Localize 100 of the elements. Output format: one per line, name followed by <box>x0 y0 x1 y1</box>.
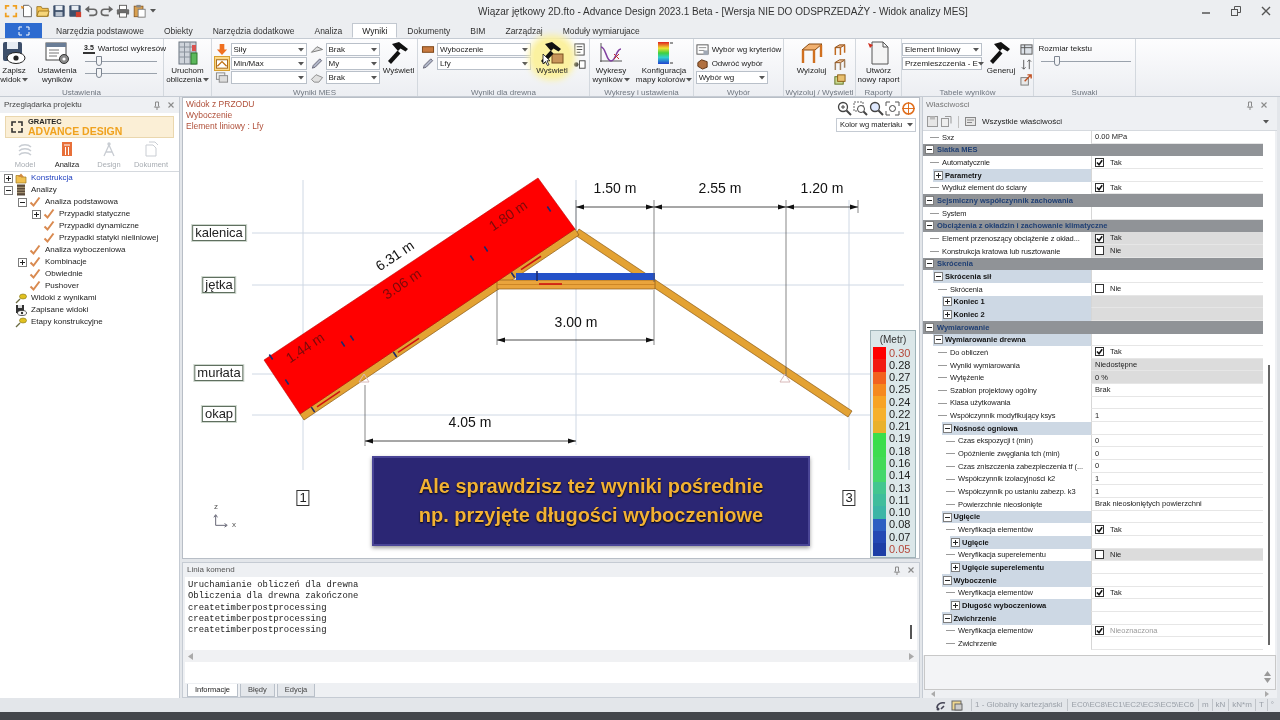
minus-box-icon[interactable] <box>925 259 934 269</box>
ribbon-button[interactable]: Utwórz nowy raport <box>856 40 901 84</box>
ribbon-button[interactable]: Wykresy wyników <box>590 40 632 84</box>
close-icon[interactable] <box>167 101 175 109</box>
plus-box-icon[interactable] <box>942 297 952 307</box>
minus-box-icon[interactable] <box>4 185 13 195</box>
ribbon-button[interactable]: Zapisz widok <box>0 40 32 84</box>
stacked-windows-icon[interactable] <box>951 699 963 711</box>
new-document-icon[interactable] <box>20 4 34 18</box>
plus-box-icon[interactable] <box>951 563 960 573</box>
pin-icon[interactable] <box>893 565 901 575</box>
tree-item[interactable]: Obwiednie <box>45 268 83 280</box>
table-icon[interactable] <box>1020 43 1033 56</box>
tree-item[interactable]: Kombinacje <box>45 256 87 268</box>
slider-thumb[interactable] <box>96 56 103 66</box>
ribbon-tab[interactable]: Narzędzia dodatkowe <box>202 23 305 38</box>
dropdown[interactable]: Wyboczenie <box>437 43 531 56</box>
pencil-icon[interactable] <box>309 57 324 70</box>
minus-box-icon[interactable] <box>925 196 934 206</box>
tree-item[interactable]: Pushover <box>45 280 79 292</box>
crosshair-circle-icon[interactable] <box>901 101 916 116</box>
tree-item[interactable]: Widoki z wynikami <box>31 292 97 304</box>
close-icon[interactable] <box>1260 5 1272 17</box>
tree-item[interactable]: Etapy konstrukcyjne <box>31 316 103 328</box>
dropdown[interactable]: Element liniowy <box>902 43 982 56</box>
plus-box-icon[interactable] <box>951 601 960 611</box>
pin-icon[interactable] <box>1246 100 1254 110</box>
minus-box-icon[interactable] <box>942 613 952 623</box>
slider-thumb[interactable] <box>96 68 103 78</box>
ribbon-button[interactable]: Generuj <box>985 40 1017 75</box>
dropdown[interactable]: My <box>325 57 380 70</box>
dropdown[interactable]: Siły <box>230 43 307 56</box>
plus-box-icon[interactable] <box>951 537 960 547</box>
close-icon[interactable] <box>907 566 915 574</box>
slider-thumb[interactable] <box>1053 56 1060 66</box>
scroll-down-icon[interactable] <box>1264 677 1271 683</box>
dropdown[interactable]: Przemieszczenia - E <box>902 57 982 70</box>
undo-icon[interactable] <box>84 4 98 18</box>
ribbon-tab[interactable]: Zarządzaj <box>495 23 553 38</box>
checkbox[interactable] <box>1095 246 1104 256</box>
plus-box-icon[interactable] <box>32 209 41 219</box>
layers-icon[interactable] <box>214 71 229 84</box>
ribbon-tab[interactable]: BIM <box>460 23 496 38</box>
dropdown[interactable]: Wybór wg <box>695 71 768 84</box>
export-arrow-icon[interactable] <box>1020 73 1033 86</box>
roof-icon[interactable] <box>214 57 229 70</box>
checkbox[interactable] <box>1095 182 1104 192</box>
plus-box-icon[interactable] <box>4 173 13 183</box>
dropdown[interactable]: Min/Max <box>230 57 307 70</box>
ribbon-button[interactable]: Konfiguracja mapy kolorów <box>635 40 693 84</box>
frame-icon[interactable] <box>832 43 846 56</box>
checkbox[interactable] <box>1095 347 1104 357</box>
checkbox[interactable] <box>1095 284 1104 294</box>
list-icon[interactable] <box>573 43 586 56</box>
dropdown[interactable]: Lfy <box>437 57 531 70</box>
list-window-icon[interactable] <box>965 116 976 127</box>
minus-box-icon[interactable] <box>18 197 27 207</box>
checkbox[interactable] <box>1095 524 1104 534</box>
tree-item[interactable]: Przypadki dynamiczne <box>59 220 140 232</box>
ribbon-button[interactable]: Wybór wg kryteriów <box>695 43 782 56</box>
magnifier-frame-icon[interactable] <box>853 101 868 116</box>
ribbon-tab[interactable]: Obiekty <box>153 23 203 38</box>
ribbon-button[interactable]: Ustawienia wyników <box>34 40 81 84</box>
folder-icon[interactable] <box>36 4 50 18</box>
tree-item[interactable]: Konstrukcja <box>31 172 73 184</box>
tree-item[interactable]: Analiza podstawowa <box>45 196 118 208</box>
ribbon-button[interactable]: Wyświetl <box>534 40 570 75</box>
pin-icon[interactable] <box>153 100 161 110</box>
ribbon-tab[interactable]: Moduły wymiarujace <box>552 23 650 38</box>
slider-track[interactable] <box>85 56 158 67</box>
frame-icon[interactable] <box>832 58 846 71</box>
plus-box-icon[interactable] <box>942 310 952 319</box>
plus-box-icon[interactable] <box>934 170 943 180</box>
corners-circle-icon[interactable] <box>885 101 900 116</box>
ribbon-tab[interactable]: Narzędzia podstawowe <box>46 23 154 38</box>
minus-box-icon[interactable] <box>934 335 943 345</box>
slider-track[interactable] <box>85 68 158 79</box>
slider-track[interactable] <box>1040 56 1131 67</box>
filter-dropdown[interactable]: Wszystkie właściwości <box>979 114 1273 129</box>
pencil-icon[interactable] <box>421 57 435 70</box>
ribbon-tab[interactable]: Dokumenty <box>397 23 461 38</box>
tree-item[interactable]: Przypadki statyczne <box>59 208 131 220</box>
scrollbar-thumb[interactable] <box>910 625 912 639</box>
redo-icon[interactable] <box>100 4 114 18</box>
scroll-up-icon[interactable] <box>1264 670 1271 676</box>
sort-arrows-icon[interactable] <box>1020 58 1033 71</box>
ribbon-button[interactable]: Wyświetl <box>382 40 415 75</box>
tree-item[interactable]: Zapisane widoki <box>31 304 89 316</box>
minus-box-icon[interactable] <box>942 575 952 585</box>
tree-item[interactable]: Analizy <box>31 184 57 196</box>
ribbon-button[interactable]: Odwróć wybór <box>695 57 763 70</box>
dot-rectangle-icon[interactable] <box>573 58 586 71</box>
checkbox[interactable] <box>1095 587 1104 597</box>
minus-box-icon[interactable] <box>925 145 934 155</box>
magnifier-plus-icon[interactable] <box>837 101 852 116</box>
clipboard-icon[interactable] <box>132 4 146 18</box>
plus-box-icon[interactable] <box>18 257 27 267</box>
minus-box-icon[interactable] <box>942 423 952 433</box>
checkbox[interactable] <box>1095 157 1104 167</box>
ribbon-tab[interactable]: Wyniki <box>352 23 398 38</box>
